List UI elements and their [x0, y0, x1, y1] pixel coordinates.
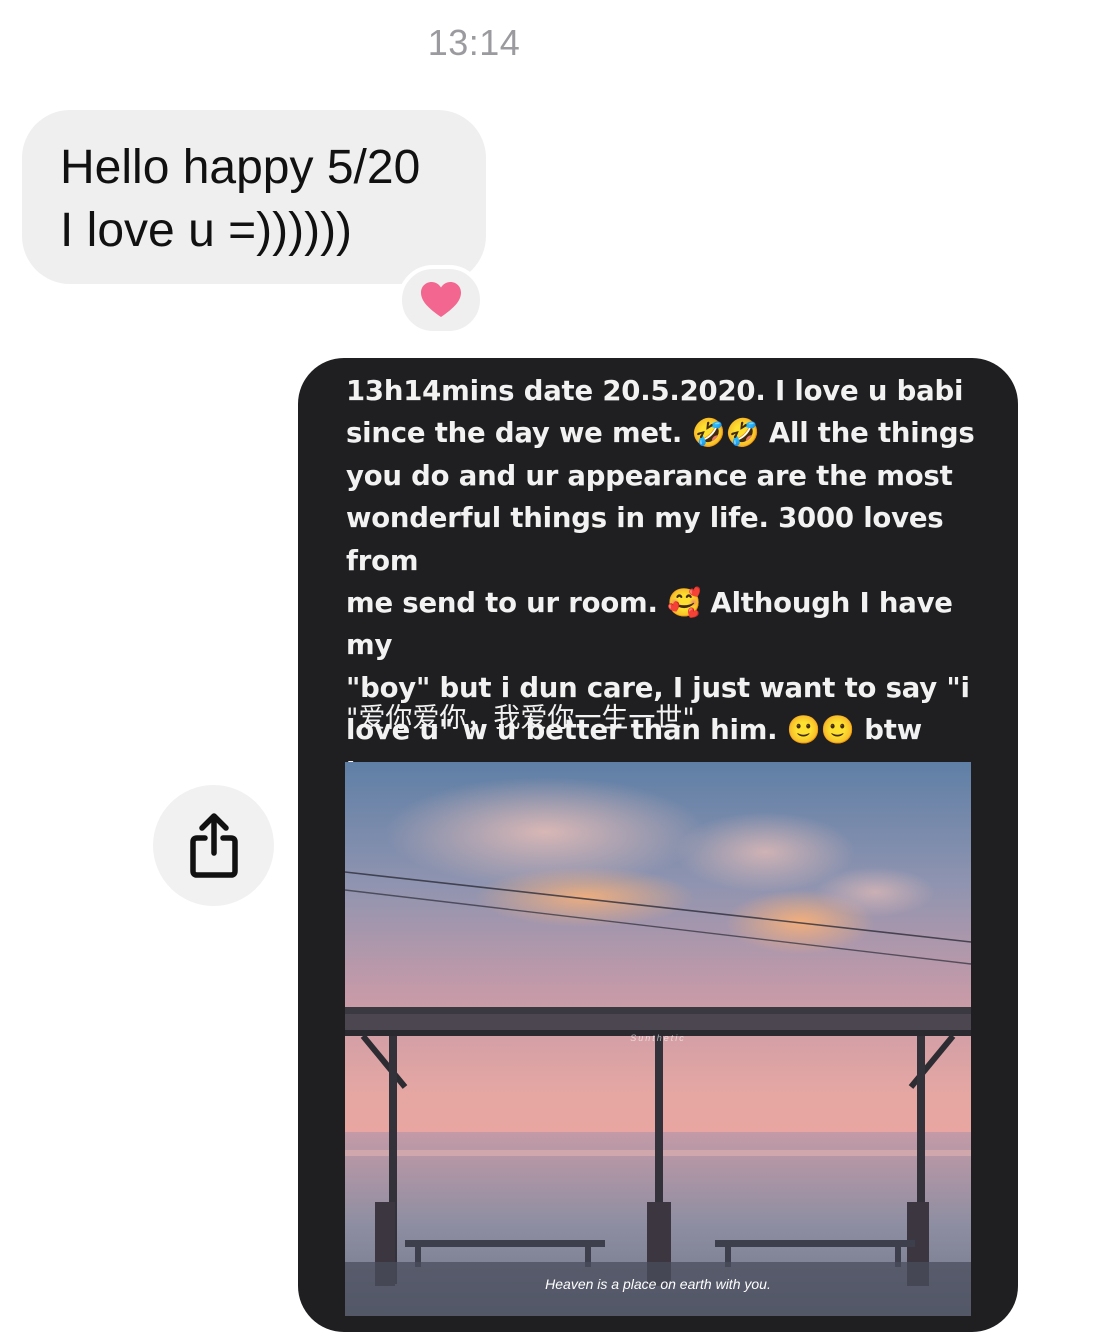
story-photo: Sunthetic Heaven is a place on earth wit…	[345, 762, 971, 1316]
shared-story-card[interactable]: 13h14mins date 20.5.2020. I love u babi …	[298, 358, 1018, 1332]
heart-reaction[interactable]	[398, 265, 484, 335]
message-timestamp: 13:14	[427, 22, 521, 63]
photo-caption: Heaven is a place on earth with you.	[545, 1276, 771, 1292]
message-line-2: I love u =))))))	[60, 204, 353, 257]
incoming-message-bubble[interactable]: Hello happy 5/20 I love u =))))))	[22, 110, 486, 284]
photo-watermark: Sunthetic	[630, 1033, 686, 1043]
share-button[interactable]	[153, 785, 274, 906]
heart-icon	[421, 282, 461, 317]
message-line-1: Hello happy 5/20	[60, 141, 421, 194]
story-chinese-text: "爱你爱你，我爱你一生一世"	[346, 703, 695, 734]
share-icon	[189, 812, 238, 878]
